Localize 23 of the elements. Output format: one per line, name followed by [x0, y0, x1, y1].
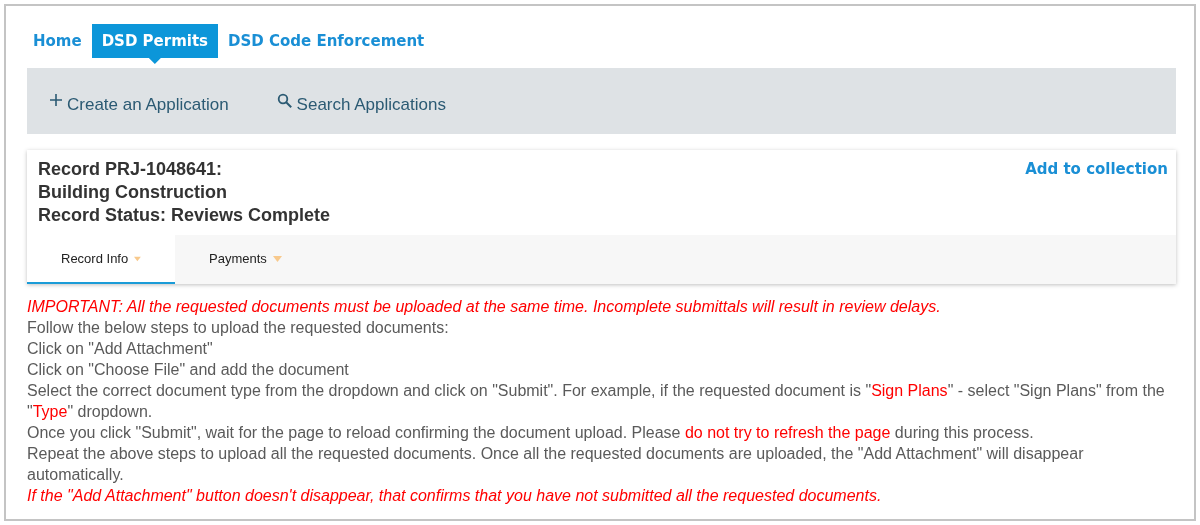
warning-text: If the "Add Attachment" button doesn't disappear, that confirms that you have not submitted all the requested documents. [27, 486, 883, 506]
add-to-collection-link[interactable]: Add to collection [1025, 160, 1168, 178]
nav-tab[interactable]: DSD Permits [91, 24, 219, 64]
create-application-link[interactable]: Create an Application [49, 95, 229, 115]
plus-icon [49, 93, 63, 107]
warning-text: IMPORTANT: All the requested documents must be uploaded at the same time. Incomplete submittals will result in review delays. [27, 297, 942, 317]
instruction-text: Once you click "Submit", wait for the page to reload confirming the document upload. Please do not try to refresh the page during this process. [27, 423, 1035, 443]
record-tab[interactable]: Record Info [27, 235, 175, 284]
instruction-text: Select the correct document type from the dropdown and click on "Submit". For example, if the requested document is "Sign Plans" - select "Sign Plans" from the "Type" dropdown. [27, 381, 1166, 422]
search-applications-link[interactable]: Search Applications [276, 95, 446, 115]
search-icon [276, 93, 293, 109]
instruction-text: Click on "Choose File" and add the document [27, 360, 350, 380]
record-title: Record Status: Reviews Complete [38, 204, 331, 227]
record-title: Building Construction [38, 181, 228, 204]
record-tab[interactable]: Payments [175, 235, 316, 284]
record-title: Record PRJ-1048641: [38, 158, 224, 181]
instruction-text: Follow the below steps to upload the requested documents: [27, 318, 450, 338]
instruction-text: Repeat the above steps to upload all the requested documents. Once all the requested documents are uploaded, the "Add Attachment" will disappear automatically. [27, 444, 1085, 485]
nav-tab[interactable]: DSD Code Enforcement [218, 24, 435, 64]
instruction-text: Click on "Add Attachment" [27, 339, 214, 359]
nav-tab[interactable]: Home [23, 24, 92, 64]
caret-icon [272, 255, 282, 262]
caret-icon [134, 255, 141, 262]
